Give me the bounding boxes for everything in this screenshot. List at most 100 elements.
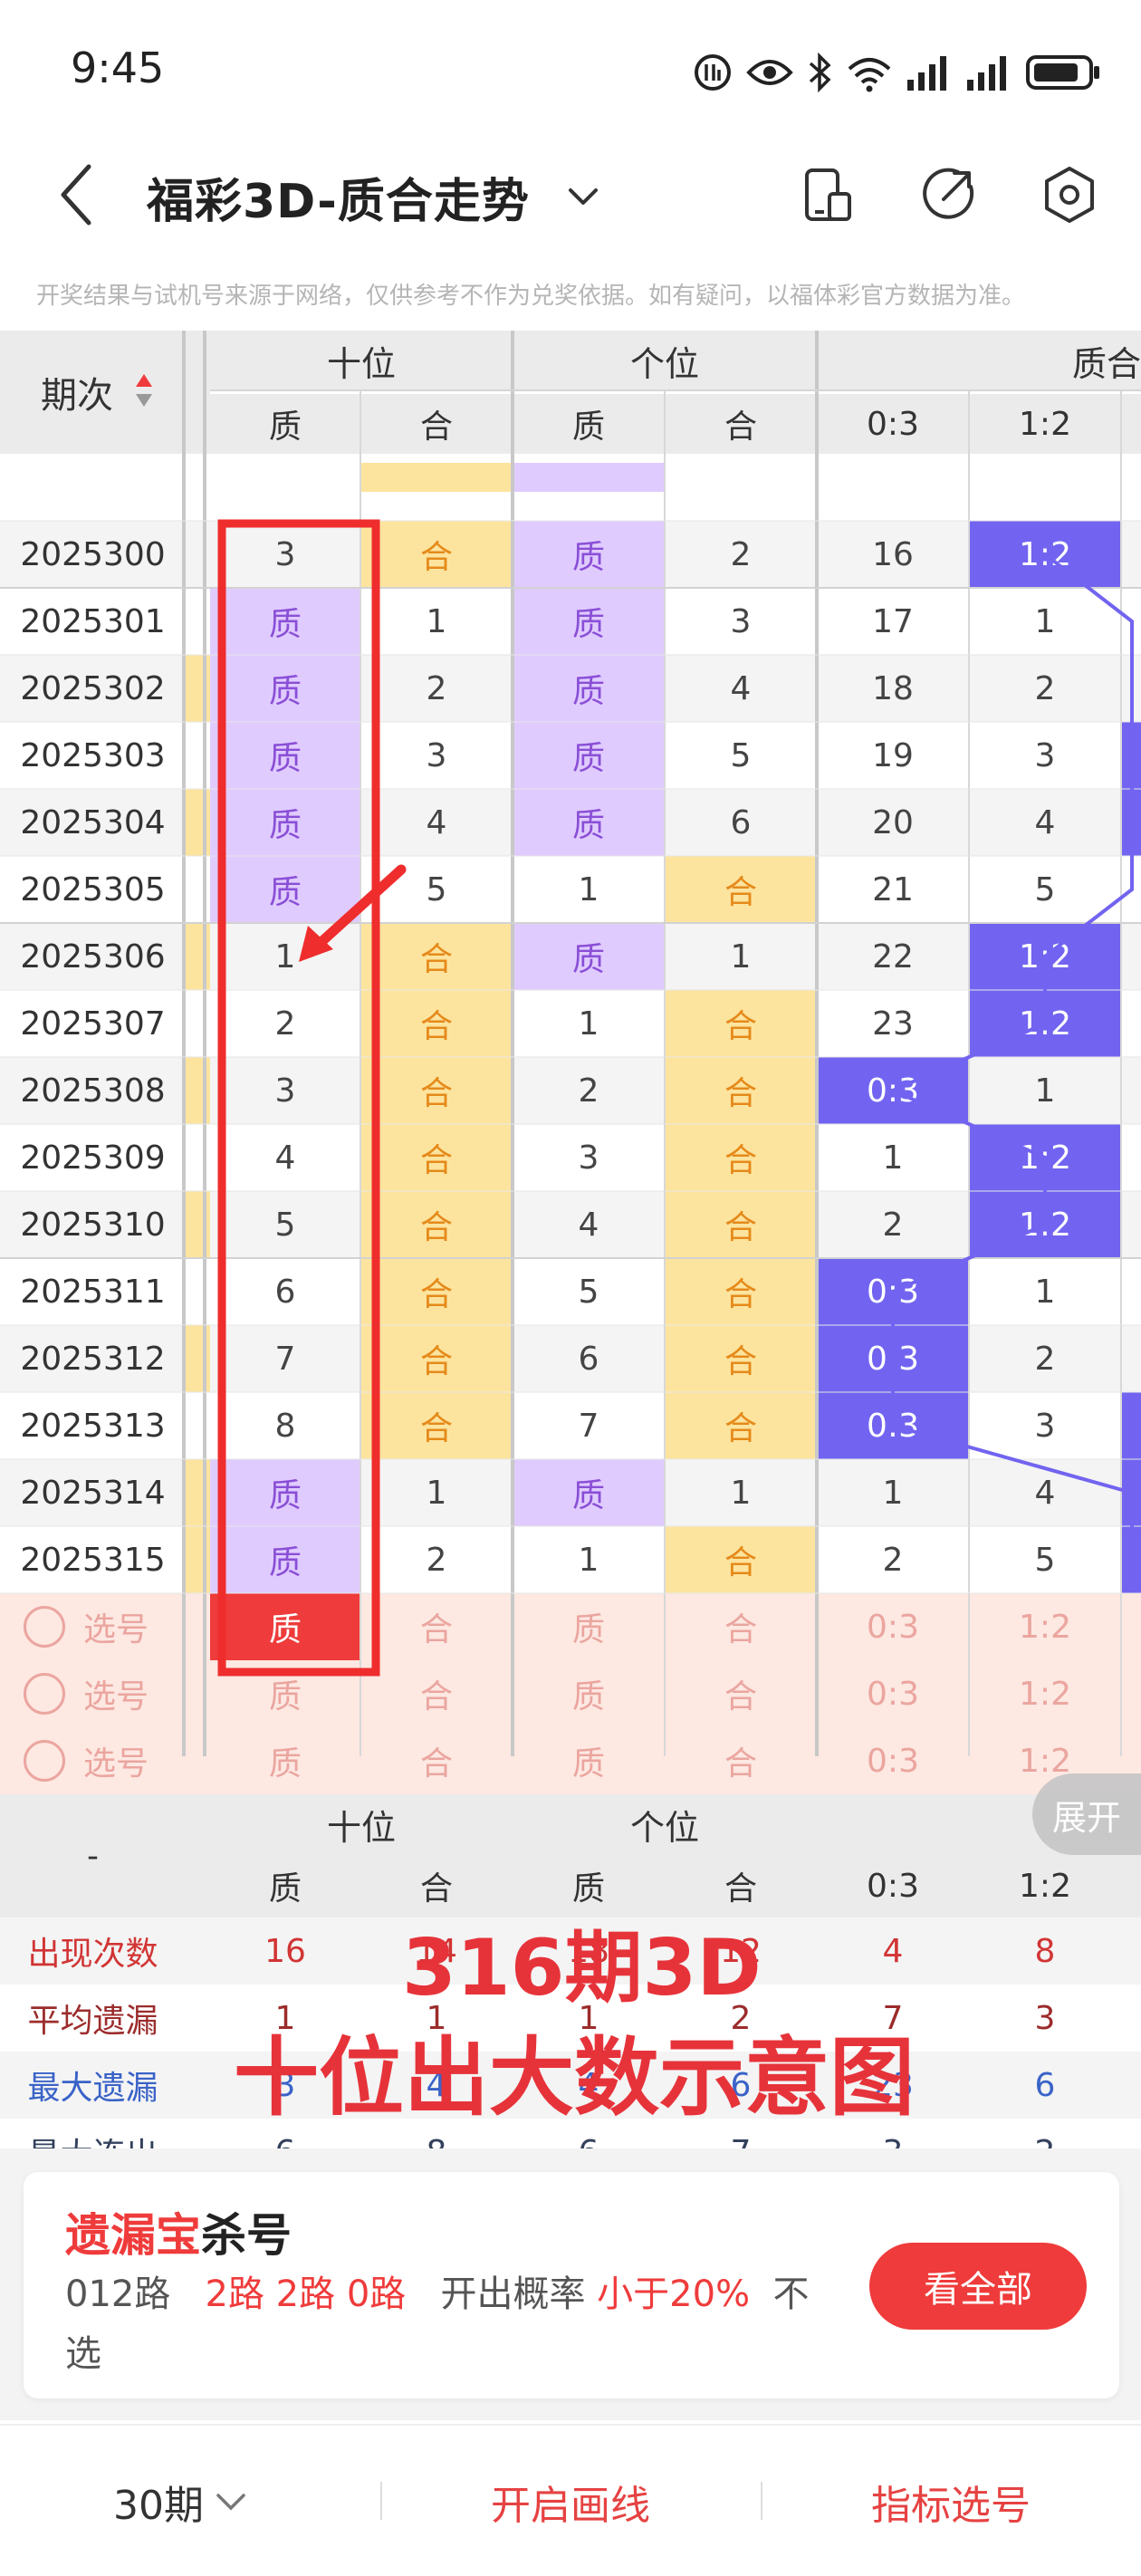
- shi-he-cell: 1: [360, 1459, 513, 1526]
- subheader-zhi: 质: [210, 394, 360, 454]
- stat-value: 14: [360, 1918, 513, 1985]
- ratio-03-cell: 1: [817, 1459, 969, 1526]
- draw-line-button[interactable]: 开启画线: [417, 2426, 724, 2576]
- select-r12[interactable]: 1:2: [969, 1660, 1121, 1727]
- select-ge-he[interactable]: 合: [665, 1660, 817, 1727]
- stat-value: 23: [817, 2052, 969, 2119]
- select-radio-icon[interactable]: [24, 1740, 65, 1782]
- footer-subheader-r03: 0:3: [817, 1854, 969, 1918]
- select-shi-he[interactable]: 合: [360, 1593, 513, 1660]
- period-header[interactable]: 期次: [0, 331, 154, 454]
- settings-icon[interactable]: [1041, 165, 1098, 225]
- select-ge-zhi[interactable]: 质: [513, 1660, 665, 1727]
- expand-button[interactable]: 展开: [1032, 1773, 1141, 1855]
- select-row-label[interactable]: 选号: [0, 1727, 186, 1794]
- ratio-12-cell: 5: [969, 856, 1121, 923]
- shi-zhi-cell: 质: [210, 655, 360, 722]
- select-radio-icon[interactable]: [24, 1606, 65, 1648]
- row-gutter: [186, 789, 210, 856]
- period-cell: 2025312: [0, 1325, 186, 1392]
- shi-zhi-cell: 2: [210, 990, 360, 1057]
- extra-cell: [1121, 923, 1141, 990]
- stat-value: 3: [210, 2052, 360, 2119]
- card-title-dark: 杀号: [201, 2209, 292, 2262]
- back-icon[interactable]: [56, 161, 96, 228]
- period-cell: 2025313: [0, 1392, 186, 1459]
- ge-he-cell: 3: [665, 588, 817, 655]
- stat-value: 8: [969, 1918, 1121, 1985]
- ratio-03-cell: [817, 463, 969, 492]
- footer-group-ge: 个位: [513, 1794, 817, 1854]
- select-shi-zhi[interactable]: 质: [210, 1660, 360, 1727]
- group-shi-header: 十位: [210, 331, 513, 390]
- view-all-button[interactable]: 看全部: [869, 2243, 1087, 2330]
- bluetooth-icon: [809, 52, 831, 93]
- ratio-03-cell: 0:3: [817, 1057, 969, 1124]
- select-ge-he[interactable]: 合: [665, 1727, 817, 1794]
- stat-value: 18: [513, 1918, 665, 1985]
- ratio-03-cell: 0:3: [817, 1392, 969, 1459]
- select-shi-he[interactable]: 合: [360, 1660, 513, 1727]
- ratio-03-cell: 19: [817, 722, 969, 789]
- ge-he-cell: 合: [665, 1057, 817, 1124]
- select-radio-icon[interactable]: [24, 1673, 65, 1715]
- select-row-label[interactable]: 选号: [0, 1660, 186, 1727]
- extra-cell: [1121, 1392, 1141, 1459]
- sort-icon[interactable]: [134, 370, 154, 410]
- page-title[interactable]: 福彩3D-质合走势: [147, 163, 530, 231]
- disclaimer-notice: 开奖结果与试机号来源于网络，仅供参考不作为兑奖依据。如有疑问，以福体彩官方数据为…: [36, 283, 1026, 310]
- select-gutter: [186, 1727, 210, 1794]
- select-r03[interactable]: 0:3: [817, 1727, 969, 1794]
- footer-subheader-extra: [1121, 1854, 1141, 1918]
- row-gutter: [186, 521, 210, 588]
- ge-he-cell: 合: [665, 1526, 817, 1593]
- header-bg-left: [186, 331, 210, 454]
- extra-cell: [1121, 655, 1141, 722]
- period-cell: 2025304: [0, 789, 186, 856]
- period-select[interactable]: 30期: [72, 2426, 290, 2576]
- select-ge-zhi[interactable]: 质: [513, 1593, 665, 1660]
- extra-cell: [1121, 856, 1141, 923]
- select-ge-he[interactable]: 合: [665, 1593, 817, 1660]
- footer-subheader-he: 合: [665, 1854, 817, 1918]
- phone-layout-icon[interactable]: [802, 167, 853, 223]
- select-r03[interactable]: 0:3: [817, 1660, 969, 1727]
- extra-cell: [1121, 1124, 1141, 1191]
- ratio-12-cell: 3: [969, 722, 1121, 789]
- stat-value: 12: [665, 1918, 817, 1985]
- shi-he-cell: 合: [360, 1057, 513, 1124]
- chevron-down-icon[interactable]: [565, 181, 601, 214]
- shi-zhi-cell: 1: [210, 923, 360, 990]
- card-title: 遗漏宝杀号: [65, 2199, 292, 2264]
- signal-icon: [907, 56, 946, 91]
- card-prefix: 012路: [65, 2273, 171, 2315]
- select-r12[interactable]: 1:2: [969, 1593, 1121, 1660]
- kill-number-card: 遗漏宝杀号 012路 2路 2路 0路 开出概率 小于20% 不选 看全部: [24, 2172, 1119, 2398]
- extra-cell: [1121, 1526, 1141, 1593]
- select-shi-zhi[interactable]: 质: [210, 1727, 360, 1794]
- select-ge-zhi[interactable]: 质: [513, 1727, 665, 1794]
- stat-label: 出现次数: [0, 1918, 186, 1985]
- row-gutter: [186, 856, 210, 923]
- card-title-red: 遗漏宝: [65, 2209, 201, 2262]
- ge-he-cell: 1: [665, 1459, 817, 1526]
- group-ge-header: 个位: [513, 331, 817, 390]
- select-gutter: [186, 1660, 210, 1727]
- ge-zhi-cell: 7: [513, 1392, 665, 1459]
- stat-value: 6: [969, 2052, 1121, 2119]
- row-gutter: [186, 1325, 210, 1392]
- ratio-03-cell: 1: [817, 1124, 969, 1191]
- shi-zhi-cell: 质: [210, 1459, 360, 1526]
- select-shi-zhi[interactable]: 质: [210, 1593, 360, 1660]
- subheader-zhi: 质: [513, 394, 665, 454]
- select-row-label[interactable]: 选号: [0, 1593, 186, 1660]
- select-r03[interactable]: 0:3: [817, 1593, 969, 1660]
- indicator-select-button[interactable]: 指标选号: [797, 2426, 1105, 2576]
- shi-zhi-cell: [210, 463, 360, 492]
- period-cell: [0, 463, 186, 492]
- share-icon[interactable]: [920, 167, 976, 223]
- select-shi-he[interactable]: 合: [360, 1727, 513, 1794]
- ratio-03-cell: 2: [817, 1191, 969, 1258]
- row-gutter: [186, 1459, 210, 1526]
- ge-he-cell: 合: [665, 1124, 817, 1191]
